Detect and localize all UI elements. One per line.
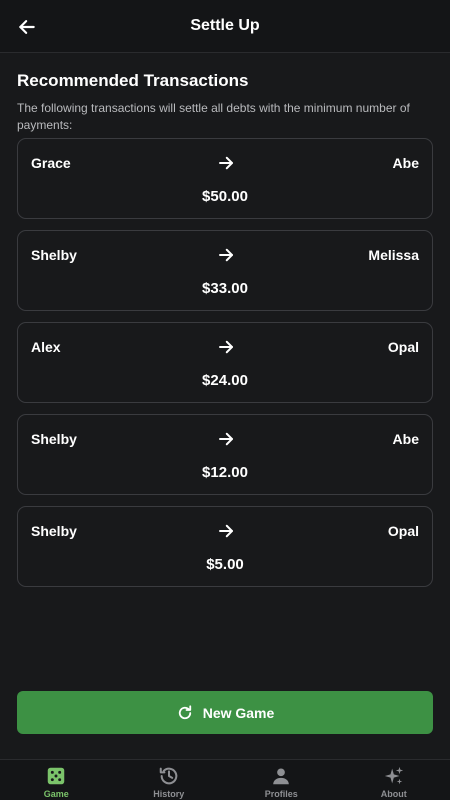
new-game-label: New Game <box>202 704 275 721</box>
nav-item-game[interactable]: Game <box>0 760 113 800</box>
section-description: The following transactions will settle a… <box>17 101 410 132</box>
payer-name: Shelby <box>31 523 77 539</box>
transaction-amount: $5.00 <box>206 556 244 573</box>
arrow-right-icon <box>219 340 233 354</box>
new-game-button[interactable]: New Game <box>17 691 433 734</box>
nav-label: Profiles <box>264 789 298 799</box>
transaction-card: Alex Opal $24.00 <box>17 322 433 403</box>
transaction-amount: $50.00 <box>202 188 248 205</box>
payee-name: Opal <box>387 339 419 355</box>
transaction-card: Shelby Opal $5.00 <box>17 506 433 587</box>
history-icon <box>159 767 178 785</box>
arrow-right-icon <box>219 432 233 446</box>
nav-label: Game <box>43 789 69 799</box>
arrow-right-icon <box>219 156 233 170</box>
sparkles-icon <box>384 766 403 785</box>
app-header: Settle Up <box>0 0 450 53</box>
bottom-nav: Game History Profiles About <box>0 759 450 800</box>
nav-label: About <box>380 789 407 799</box>
payee-name: Abe <box>392 155 419 171</box>
payer-name: Shelby <box>31 431 77 447</box>
transaction-card: Shelby Abe $12.00 <box>17 414 433 495</box>
nav-item-profiles[interactable]: Profiles <box>225 760 338 800</box>
arrow-right-icon <box>219 524 233 538</box>
section-title: Recommended Transactions <box>17 71 249 90</box>
payee-name: Melissa <box>368 247 419 263</box>
transaction-amount: $33.00 <box>202 280 248 297</box>
payee-name: Abe <box>392 431 419 447</box>
refresh-icon <box>178 704 191 719</box>
arrow-right-icon <box>219 248 233 262</box>
payer-name: Grace <box>31 155 71 171</box>
transaction-list: Grace Abe $50.00 Shelby Melissa $33.00 A… <box>17 138 433 587</box>
payer-name: Alex <box>31 339 61 355</box>
transaction-amount: $24.00 <box>202 372 248 389</box>
transaction-card: Shelby Melissa $33.00 <box>17 230 433 311</box>
transaction-amount: $12.00 <box>202 464 248 481</box>
nav-item-about[interactable]: About <box>338 760 450 800</box>
dice-icon <box>48 767 65 785</box>
main-content: Recommended Transactions The following t… <box>17 70 433 598</box>
nav-label: History <box>153 789 185 799</box>
payee-name: Opal <box>387 523 419 539</box>
person-icon <box>273 768 290 785</box>
nav-item-history[interactable]: History <box>113 760 226 800</box>
transaction-card: Grace Abe $50.00 <box>17 138 433 219</box>
page-title: Settle Up <box>190 17 260 34</box>
payer-name: Shelby <box>31 247 77 263</box>
